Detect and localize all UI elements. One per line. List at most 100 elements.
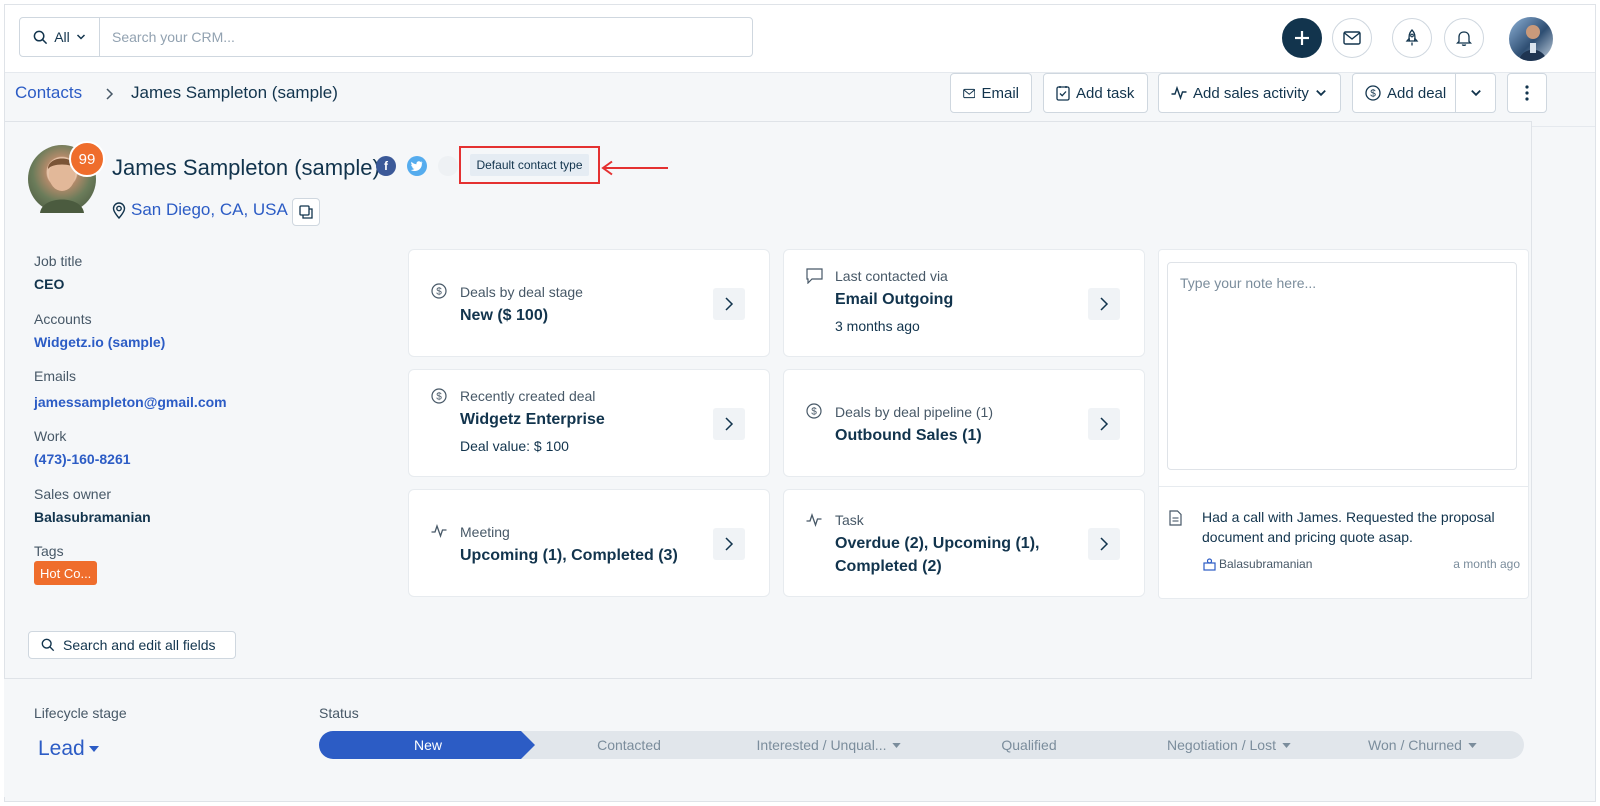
getting-started-button[interactable] (1392, 18, 1432, 58)
activity-pulse-icon (1171, 86, 1187, 100)
search-scope-dropdown[interactable]: All (20, 18, 100, 56)
svg-text:$: $ (436, 287, 442, 298)
contact-name: James Sampleton (sample) (112, 155, 380, 180)
card-open-button[interactable] (713, 288, 745, 320)
card-title: Meeting (460, 524, 510, 540)
chevron-down-icon (1316, 89, 1326, 97)
dollar-circle-icon: $ (1365, 85, 1381, 101)
card-last-contacted[interactable]: Last contacted via Email Outgoing 3 mont… (783, 249, 1145, 357)
email-link[interactable]: jamessampleton@gmail.com (34, 394, 227, 410)
contact-location[interactable]: San Diego, CA, USA (112, 200, 288, 220)
location-text: San Diego, CA, USA (131, 200, 288, 219)
more-options-button[interactable] (1507, 73, 1547, 113)
contact-type-badge[interactable]: Default contact type (470, 154, 589, 176)
status-stage-label: Qualified (1001, 737, 1057, 753)
add-task-button[interactable]: Add task (1043, 73, 1148, 113)
account-link[interactable]: Widgetz.io (sample) (34, 334, 165, 350)
status-label: Status (319, 705, 359, 721)
card-task[interactable]: Task Overdue (2), Upcoming (1), Complete… (783, 489, 1145, 597)
copy-icon (299, 205, 313, 219)
user-avatar[interactable] (1509, 17, 1553, 61)
chat-bubble-icon (806, 268, 823, 284)
svg-text:$: $ (436, 392, 442, 403)
dollar-circle-icon: $ (431, 283, 447, 299)
add-deal-button[interactable]: $ Add deal (1352, 73, 1496, 113)
status-stage-new[interactable]: New (319, 731, 537, 759)
caret-down-icon (88, 746, 99, 752)
plus-icon (1295, 31, 1309, 45)
add-task-label: Add task (1076, 84, 1135, 102)
search-icon (41, 638, 55, 652)
card-value: Outbound Sales (1) (835, 427, 982, 444)
inbox-button[interactable] (1332, 18, 1372, 58)
chevron-right-icon (725, 297, 734, 311)
task-checkbox-icon (1056, 86, 1070, 101)
lifecycle-stage-label: Lifecycle stage (34, 705, 127, 721)
chevron-right-icon (1100, 417, 1109, 431)
document-icon (1169, 510, 1182, 526)
card-meeting[interactable]: Meeting Upcoming (1), Completed (3) (408, 489, 770, 597)
card-open-button[interactable] (1088, 288, 1120, 320)
search-and-edit-fields-button[interactable]: Search and edit all fields (28, 631, 236, 659)
status-stage-contacted[interactable]: Contacted (521, 731, 737, 759)
status-stage-label: Won / Churned (1368, 737, 1462, 753)
add-sales-activity-button[interactable]: Add sales activity (1158, 73, 1341, 113)
card-value: Upcoming (1), Completed (3) (460, 547, 678, 564)
add-deal-label: Add deal (1387, 84, 1447, 102)
caret-down-icon (892, 742, 902, 748)
search-input[interactable] (100, 18, 752, 56)
status-stage-interested[interactable]: Interested / Unqual... (721, 731, 937, 759)
field-label-emails: Emails (34, 368, 77, 384)
card-title: Task (835, 512, 864, 528)
work-phone-link[interactable]: (473)-160-8261 (34, 451, 131, 467)
card-open-button[interactable] (713, 528, 745, 560)
note-text: Had a call with James. Requested the pro… (1202, 509, 1495, 545)
card-open-button[interactable] (713, 408, 745, 440)
card-open-button[interactable] (1088, 408, 1120, 440)
field-value-sales-owner: Balasubramanian (34, 509, 151, 525)
notifications-button[interactable] (1444, 18, 1484, 58)
status-stage-label: Interested / Unqual... (756, 737, 887, 753)
email-button[interactable]: Email (950, 73, 1032, 113)
note-timestamp: a month ago (1453, 557, 1520, 571)
status-pipeline: New Contacted Interested / Unqual... Qua… (319, 731, 1524, 759)
svg-text:$: $ (811, 407, 817, 418)
add-sales-activity-label: Add sales activity (1193, 84, 1309, 102)
card-title: Deals by deal stage (460, 284, 583, 300)
status-stage-negotiation[interactable]: Negotiation / Lost (1121, 731, 1337, 759)
tag-chip[interactable]: Hot Co... (34, 561, 98, 585)
card-deals-by-stage[interactable]: $ Deals by deal stage New ($ 100) (408, 249, 770, 357)
search-and-edit-fields-label: Search and edit all fields (63, 637, 216, 653)
location-pin-icon (112, 201, 126, 219)
lifecycle-stage-dropdown[interactable]: Lead (38, 737, 99, 761)
field-label-accounts: Accounts (34, 311, 92, 327)
copy-location-button[interactable] (292, 198, 320, 226)
email-button-label: Email (981, 84, 1019, 102)
breadcrumb-contacts-link[interactable]: Contacts (15, 83, 82, 103)
arrow-left-annotation-icon (601, 160, 668, 176)
card-recent-deal[interactable]: $ Recently created deal Widgetz Enterpri… (408, 369, 770, 477)
linkedin-icon[interactable] (438, 156, 458, 176)
contact-score-badge: 99 (69, 141, 105, 177)
status-stage-label: New (413, 737, 442, 753)
chevron-down-icon (76, 34, 85, 40)
facebook-icon[interactable]: f (376, 156, 396, 176)
card-open-button[interactable] (1088, 528, 1120, 560)
mail-icon (963, 88, 976, 98)
card-subtext: 3 months ago (835, 318, 920, 334)
card-value: New ($ 100) (460, 307, 549, 324)
contact-type-highlight: Default contact type (459, 146, 600, 184)
card-subtext: Deal value: $ 100 (460, 438, 569, 454)
status-stage-won[interactable]: Won / Churned (1321, 731, 1524, 759)
note-input[interactable] (1167, 262, 1517, 470)
card-deals-by-pipeline[interactable]: $ Deals by deal pipeline (1) Outbound Sa… (783, 369, 1145, 477)
field-label-work: Work (34, 428, 67, 444)
bird-icon (411, 161, 423, 171)
status-stage-label: Negotiation / Lost (1167, 737, 1276, 753)
status-stage-qualified[interactable]: Qualified (921, 731, 1137, 759)
caret-down-icon (1468, 742, 1477, 748)
add-deal-dropdown[interactable] (1455, 74, 1495, 112)
create-new-button[interactable] (1282, 18, 1322, 58)
user-photo-icon (1519, 25, 1547, 61)
twitter-icon[interactable] (407, 156, 427, 176)
